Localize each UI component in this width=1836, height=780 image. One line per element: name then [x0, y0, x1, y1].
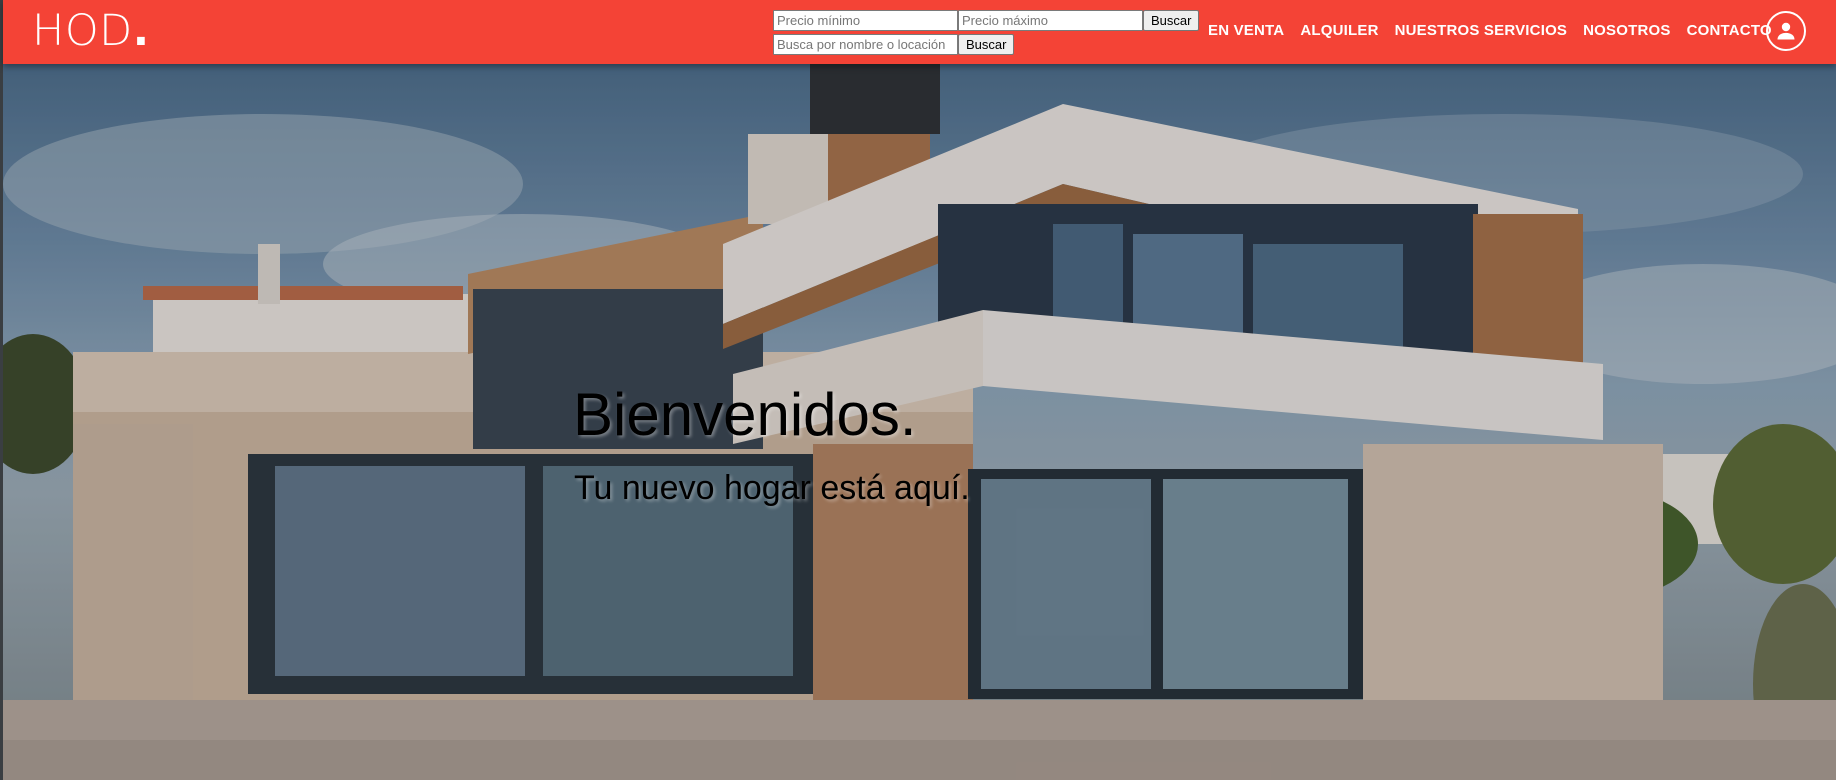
location-search-input[interactable] — [773, 34, 958, 55]
hero-title: Bienvenidos. — [573, 381, 917, 448]
account-circle-icon[interactable] — [1766, 11, 1806, 51]
top-navbar: HOD. Buscar Buscar EN VENTA ALQUILER NUE… — [3, 0, 1836, 64]
query-search-row: Buscar — [773, 34, 1199, 55]
nav-alquiler[interactable]: ALQUILER — [1300, 22, 1378, 39]
nav-contacto[interactable]: CONTACTO — [1687, 22, 1772, 39]
location-search-button[interactable]: Buscar — [958, 34, 1015, 55]
main-nav: EN VENTA ALQUILER NUESTROS SERVICIOS NOS… — [1208, 22, 1788, 39]
hero-banner: Bienvenidos. Tu nuevo hogar está aquí. — [3, 64, 1836, 780]
site-logo[interactable]: HOD. — [32, 7, 150, 55]
hero-overlay — [3, 64, 1836, 780]
nav-nuestros-servicios[interactable]: NUESTROS SERVICIOS — [1395, 22, 1568, 39]
min-price-input[interactable] — [773, 10, 958, 31]
price-search-button[interactable]: Buscar — [1143, 10, 1200, 31]
nav-en-venta[interactable]: EN VENTA — [1208, 22, 1284, 39]
max-price-input[interactable] — [958, 10, 1143, 31]
price-search-row: Buscar — [773, 10, 1200, 31]
nav-nosotros[interactable]: NOSOTROS — [1583, 22, 1670, 39]
hero-subtitle: Tu nuevo hogar está aquí. — [574, 469, 970, 507]
search-form: Buscar Buscar — [773, 10, 1200, 58]
